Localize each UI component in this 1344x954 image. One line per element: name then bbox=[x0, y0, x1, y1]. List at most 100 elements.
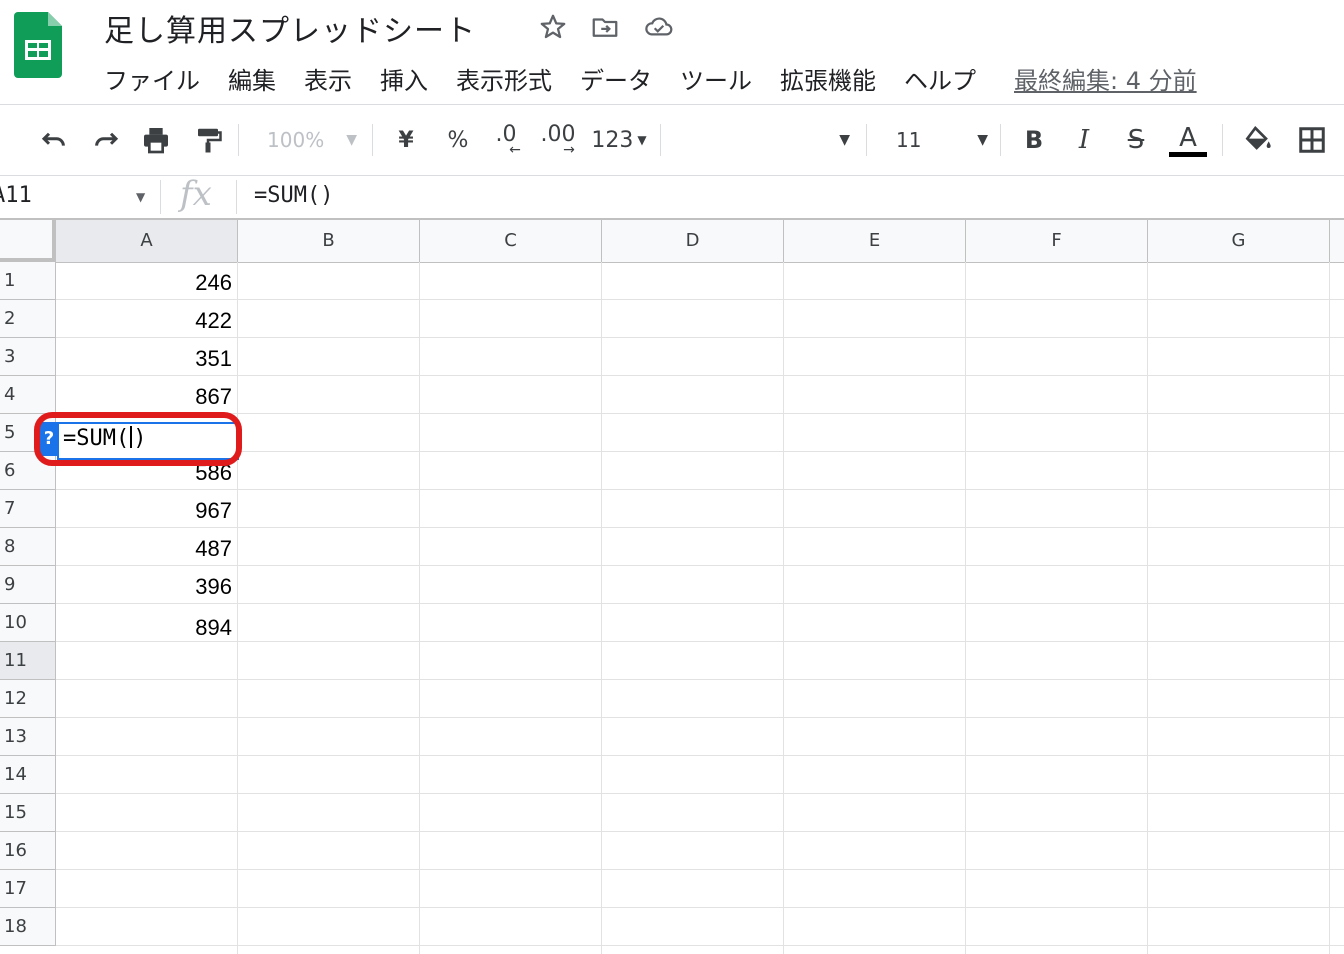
arrow-right-icon: → bbox=[563, 142, 575, 158]
cell-a8[interactable]: 487 bbox=[56, 530, 232, 566]
text-color-swatch bbox=[1169, 151, 1207, 157]
menu-data[interactable]: データ bbox=[580, 61, 652, 96]
gridline-horizontal bbox=[56, 337, 1344, 338]
gridline-vertical bbox=[1147, 262, 1148, 954]
currency-button[interactable]: ¥ bbox=[388, 110, 424, 170]
menu-edit[interactable]: 編集 bbox=[228, 61, 276, 96]
chevron-down-icon: ▼ bbox=[637, 133, 647, 147]
cell-a3[interactable]: 351 bbox=[56, 340, 232, 376]
gridline-vertical bbox=[1329, 262, 1330, 954]
formula-input[interactable]: =SUM() bbox=[254, 183, 333, 208]
row-header-3[interactable]: 3 bbox=[0, 338, 56, 376]
font-family-select[interactable]: ▼ bbox=[668, 110, 858, 170]
percent-button[interactable]: % bbox=[440, 110, 476, 170]
row-header-7[interactable]: 7 bbox=[0, 490, 56, 528]
undo-icon[interactable] bbox=[34, 110, 74, 170]
menu-file[interactable]: ファイル bbox=[104, 61, 200, 96]
chevron-down-icon: ▼ bbox=[839, 132, 850, 148]
bold-button[interactable]: B bbox=[1014, 110, 1054, 170]
row-header-11[interactable]: 11 bbox=[0, 642, 56, 680]
cell-a9[interactable]: 396 bbox=[56, 568, 232, 604]
zoom-select[interactable]: 100% ▼ bbox=[262, 110, 362, 170]
column-header-c[interactable]: C bbox=[420, 220, 602, 262]
arrow-left-icon: ← bbox=[509, 142, 521, 158]
row-header-8[interactable]: 8 bbox=[0, 528, 56, 566]
row-header-14[interactable]: 14 bbox=[0, 756, 56, 794]
toolbar-separator bbox=[866, 124, 867, 156]
column-header-e[interactable]: E bbox=[784, 220, 966, 262]
menu-view[interactable]: 表示 bbox=[304, 61, 352, 96]
gridline-vertical bbox=[419, 262, 420, 954]
fill-color-icon[interactable] bbox=[1236, 110, 1280, 170]
row-header-12[interactable]: 12 bbox=[0, 680, 56, 718]
menu-insert[interactable]: 挿入 bbox=[380, 61, 428, 96]
toolbar-separator bbox=[1222, 124, 1223, 156]
last-edit-link[interactable]: 最終編集: 4 分前 bbox=[1014, 61, 1197, 96]
gridline-horizontal bbox=[56, 945, 1344, 946]
sheets-logo[interactable] bbox=[14, 12, 62, 78]
toolbar: 100% ▼ ¥ % .0 ← .00 → 123 ▼ ▼ 11 ▼ B I S… bbox=[0, 110, 1344, 170]
row-header-17[interactable]: 17 bbox=[0, 870, 56, 908]
row-header-10[interactable]: 10 bbox=[0, 604, 56, 642]
menu-tools[interactable]: ツール bbox=[680, 61, 752, 96]
cell-a10[interactable]: 894 bbox=[56, 606, 232, 636]
menu-extensions[interactable]: 拡張機能 bbox=[780, 61, 876, 96]
highlight-annotation bbox=[34, 412, 242, 466]
gridline-horizontal bbox=[56, 831, 1344, 832]
cell-a1[interactable]: 246 bbox=[56, 264, 232, 300]
borders-icon[interactable] bbox=[1292, 110, 1332, 170]
cell-a4[interactable]: 867 bbox=[56, 378, 232, 414]
gridline-horizontal bbox=[56, 413, 1344, 414]
chevron-down-icon: ▼ bbox=[346, 132, 357, 148]
column-header-d[interactable]: D bbox=[602, 220, 784, 262]
cell-a7[interactable]: 967 bbox=[56, 492, 232, 528]
row-header-18[interactable]: 18 bbox=[0, 908, 56, 946]
gridline-horizontal bbox=[56, 793, 1344, 794]
menu-help[interactable]: ヘルプ bbox=[904, 61, 976, 96]
select-all-corner[interactable] bbox=[0, 220, 56, 262]
column-header-f[interactable]: F bbox=[966, 220, 1148, 262]
document-title[interactable]: 足し算用スプレッドシート bbox=[104, 6, 476, 50]
paint-format-icon[interactable] bbox=[188, 110, 228, 170]
decrease-decimal-button[interactable]: .0 ← bbox=[486, 110, 526, 170]
chevron-down-icon: ▼ bbox=[136, 190, 146, 204]
gridline-vertical bbox=[783, 262, 784, 954]
gridline-horizontal bbox=[56, 869, 1344, 870]
formula-separator bbox=[160, 180, 161, 214]
zoom-value: 100% bbox=[267, 128, 325, 152]
row-header-2[interactable]: 2 bbox=[0, 300, 56, 338]
row-header-15[interactable]: 15 bbox=[0, 794, 56, 832]
increase-decimal-button[interactable]: .00 → bbox=[536, 110, 580, 170]
name-box-value: A11 bbox=[0, 183, 32, 208]
star-icon[interactable] bbox=[538, 12, 568, 42]
column-header-g[interactable]: G bbox=[1148, 220, 1330, 262]
menu-format[interactable]: 表示形式 bbox=[456, 61, 552, 96]
print-icon[interactable] bbox=[136, 110, 176, 170]
toolbar-separator bbox=[372, 124, 373, 156]
row-header-4[interactable]: 4 bbox=[0, 376, 56, 414]
gridline-vertical bbox=[237, 262, 238, 954]
gridline-horizontal bbox=[56, 565, 1344, 566]
gridline-horizontal bbox=[56, 603, 1344, 604]
move-to-folder-icon[interactable] bbox=[590, 12, 620, 42]
column-header-b[interactable]: B bbox=[238, 220, 420, 262]
column-headers: ABCDEFG bbox=[0, 220, 1344, 263]
redo-icon[interactable] bbox=[86, 110, 126, 170]
spreadsheet-grid[interactable]: ABCDEFG 1 2 3 4 5 6 7 8 9 10 11 12 13 14 15 16 17 18 246 42… bbox=[0, 220, 1344, 954]
italic-button[interactable]: I bbox=[1064, 110, 1104, 170]
row-header-13[interactable]: 13 bbox=[0, 718, 56, 756]
name-box[interactable]: A11 ▼ bbox=[0, 176, 158, 218]
row-header-16[interactable]: 16 bbox=[0, 832, 56, 870]
cloud-saved-icon[interactable] bbox=[643, 12, 673, 42]
column-header-a[interactable]: A bbox=[56, 220, 238, 262]
font-size-select[interactable]: 11 ▼ bbox=[876, 110, 996, 170]
gridline-horizontal bbox=[56, 451, 1344, 452]
text-color-button[interactable]: A bbox=[1166, 110, 1210, 170]
gridline-horizontal bbox=[56, 717, 1344, 718]
row-header-1[interactable]: 1 bbox=[0, 262, 56, 300]
cell-a2[interactable]: 422 bbox=[56, 302, 232, 338]
number-format-button[interactable]: 123 ▼ bbox=[588, 110, 650, 170]
gridline-vertical bbox=[965, 262, 966, 954]
strikethrough-button[interactable]: S bbox=[1114, 110, 1158, 170]
row-header-9[interactable]: 9 bbox=[0, 566, 56, 604]
